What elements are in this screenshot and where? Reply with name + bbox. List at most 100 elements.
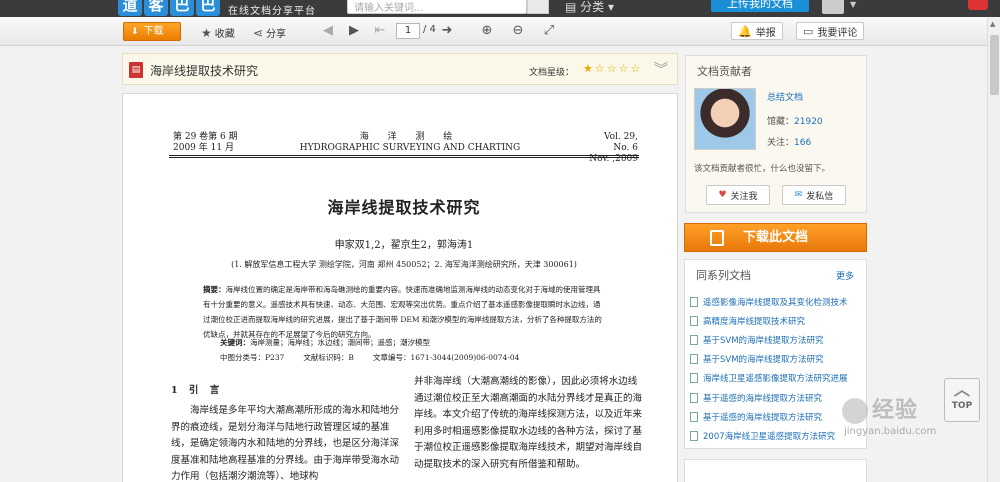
- rating-label: 文档星级：: [529, 68, 575, 78]
- share-button[interactable]: ⋖ 分享: [253, 25, 286, 41]
- user-avatar[interactable]: [822, 0, 844, 14]
- section-heading: 1 引 言: [171, 385, 224, 396]
- logo-char: 客: [144, 0, 168, 16]
- document-icon: [690, 430, 698, 441]
- document-icon: [710, 230, 724, 246]
- download-document-label: 下载此文档: [742, 230, 808, 245]
- download-label: 下载: [143, 26, 164, 37]
- scroll-up-icon[interactable]: ▲: [990, 20, 995, 28]
- journal-name-en: HYDROGRAPHIC SURVEYING AND CHARTING: [299, 143, 521, 153]
- document-title: 海岸线提取技术研究: [150, 64, 259, 78]
- zoom-in-icon[interactable]: ⊕: [478, 22, 496, 40]
- related-link[interactable]: 基于SVM的海岸线提取方法研究: [703, 334, 824, 346]
- back-to-top-button[interactable]: ︿ TOP: [944, 378, 980, 422]
- paper-journal: 海 洋 测 绘 HYDROGRAPHIC SURVEYING AND CHART…: [295, 132, 525, 154]
- header-rule: [169, 155, 639, 156]
- list-item[interactable]: 海岸线卫星遥感影像提取方法研究进展: [690, 369, 866, 388]
- message-button[interactable]: ✉ 发私信: [782, 185, 846, 205]
- list-item[interactable]: 基于遥感的海岸线提取方法研究: [690, 388, 866, 407]
- site-logo[interactable]: 道 客 巴 巴: [118, 0, 220, 16]
- contributor-title: 文档贡献者: [697, 65, 752, 78]
- list-item[interactable]: 基于SVM的海岸线提取方法研究: [690, 350, 866, 369]
- top-label: TOP: [951, 401, 973, 411]
- related-link[interactable]: 基于SVM的海岸线提取方法研究: [703, 353, 824, 365]
- list-item[interactable]: 基于SVM的海岸线提取方法研究: [690, 330, 866, 349]
- paper-title: 海岸线提取技术研究: [327, 198, 481, 217]
- more-link[interactable]: 更多: [836, 269, 854, 282]
- scroll-thumb[interactable]: [990, 35, 999, 95]
- next-page-icon[interactable]: ▶: [345, 22, 363, 40]
- fullscreen-icon[interactable]: ⤢: [540, 22, 558, 40]
- contributor-panel: 文档贡献者 总结文档 馆藏：21920 关注：166 该文档贡献者很忙，什么也没…: [685, 55, 867, 213]
- favorite-button[interactable]: ★ 收藏: [201, 25, 235, 41]
- paper-volume-left: 第 29 卷第 6 期 2009 年 11 月: [173, 132, 238, 154]
- paper-column-right: 并非海岸线（大潮高潮线的影像），因此必须将水边线通过潮位校正至大潮高潮面的水陆分…: [414, 376, 643, 470]
- zoom-out-icon[interactable]: ⊖: [509, 22, 527, 40]
- document-icon: [690, 315, 698, 326]
- related-link[interactable]: 基于遥感的海岸线提取方法研究: [703, 392, 822, 404]
- contributor-follows: 关注：166: [767, 135, 811, 148]
- abstract-text: 海岸线位置的确定是海岸带和海岛礁测绘的重要内容。快速而准确地监测海岸线的动态变化…: [203, 285, 602, 339]
- related-link[interactable]: 遥感影像海岸线提取及其变化检测技术: [703, 296, 848, 308]
- comment-icon: ▭: [803, 24, 814, 38]
- scrollbar[interactable]: ▲: [987, 17, 1000, 482]
- collapse-chevron-icon[interactable]: ︾: [654, 59, 668, 79]
- follow-button[interactable]: ♥ 关注我: [706, 185, 770, 205]
- download-document-button[interactable]: 下载此文档: [684, 223, 867, 252]
- category-menu[interactable]: ▤ 分类 ▾: [565, 0, 614, 15]
- comment-button[interactable]: ▭ 我要评论: [796, 22, 865, 40]
- comment-label: 我要评论: [817, 27, 858, 39]
- star-empty-icon: ☆: [630, 62, 643, 75]
- journal-name-cn: 海 洋 测 绘: [359, 132, 461, 142]
- prev-page-icon[interactable]: ◀: [319, 22, 337, 40]
- search-button[interactable]: [527, 0, 549, 14]
- secondary-panel: [684, 459, 867, 482]
- chevron-up-icon: ︿: [953, 380, 970, 399]
- heart-icon: ♥: [718, 190, 727, 200]
- related-title: 同系列文档: [696, 269, 751, 282]
- document-icon: [690, 296, 698, 307]
- top-navbar: 道 客 巴 巴 在线文档分享平台 请输入关键词... ▤ 分类 ▾ 上传我的文档…: [0, 0, 1000, 17]
- paper-keywords: 关键词：海岸测量；海岸线；水边线；潮间带；遥感；潮汐模型: [220, 337, 430, 348]
- notification-icon[interactable]: [968, 0, 988, 10]
- star-empty-icon: ☆: [594, 62, 607, 75]
- paper-abstract: 摘要：海岸线位置的确定是海岸带和海岛礁测绘的重要内容。快速而准确地监测海岸线的动…: [203, 282, 603, 342]
- logo-char: 巴: [196, 0, 220, 16]
- contributor-description: 该文档贡献者很忙，什么也没留下。: [694, 164, 831, 174]
- stat-label: 关注：: [767, 138, 795, 148]
- document-icon: [690, 392, 698, 403]
- stat-label: 馆藏：: [767, 117, 795, 127]
- related-link[interactable]: 高精度海岸线提取技术研究: [703, 315, 805, 327]
- paper-volume-text: 第 29 卷第 6 期: [173, 132, 238, 142]
- paper-affiliation: (1. 解放军信息工程大学 测绘学院，河南 郑州 450052；2. 海军海洋测…: [231, 260, 577, 269]
- chevron-down-icon[interactable]: ▼: [850, 0, 856, 9]
- document-page: 第 29 卷第 6 期 2009 年 11 月 海 洋 测 绘 HYDROGRA…: [122, 93, 678, 482]
- paw-icon: [842, 398, 868, 424]
- stat-value: 166: [794, 138, 812, 148]
- related-link[interactable]: 2007海岸线卫星遥感提取方法研究: [703, 430, 835, 442]
- header-rule: [169, 157, 639, 158]
- list-item[interactable]: 2007海岸线卫星遥感提取方法研究: [690, 426, 866, 445]
- download-icon: ⬇: [131, 27, 139, 37]
- avatar[interactable]: [694, 88, 756, 150]
- page-number-input[interactable]: 1: [396, 23, 420, 39]
- search-input[interactable]: 请输入关键词...: [347, 0, 527, 14]
- upload-button[interactable]: 上传我的文档: [711, 0, 809, 12]
- contributor-name[interactable]: 总结文档: [767, 90, 803, 103]
- list-item[interactable]: 基于遥感的海岸线提取方法研究: [690, 407, 866, 426]
- related-link[interactable]: 海岸线卫星遥感影像提取方法研究进展: [703, 372, 848, 384]
- go-page-icon[interactable]: ➜: [438, 22, 456, 40]
- keywords-label: 关键词：: [220, 338, 250, 347]
- follow-label: 关注我: [730, 191, 758, 202]
- list-item[interactable]: 遥感影像海岸线提取及其变化检测技术: [690, 292, 866, 311]
- first-page-icon[interactable]: ⇤: [371, 22, 389, 40]
- related-link[interactable]: 基于遥感的海岸线提取方法研究: [703, 411, 822, 423]
- list-item[interactable]: 高精度海岸线提取技术研究: [690, 311, 866, 330]
- paper-volume-right: Vol. 29, No. 6 Nov. ,2009: [588, 132, 638, 165]
- paper-classification: 中图分类号：P237 文献标识码：B 文章编号：1671-3044(2009)0…: [220, 353, 520, 362]
- download-button[interactable]: ⬇ 下载: [123, 22, 181, 41]
- document-toolbar: ⬇ 下载 ★ 收藏 ⋖ 分享 ◀ ▶ ⇤ 1 / 4 ➜ ⊕ ⊖ ⤢ 🔔 举报 ▭ 我要评…: [0, 17, 1000, 46]
- mail-icon: ✉: [794, 190, 803, 200]
- document-icon: [690, 354, 698, 365]
- report-button[interactable]: 🔔 举报: [731, 22, 783, 40]
